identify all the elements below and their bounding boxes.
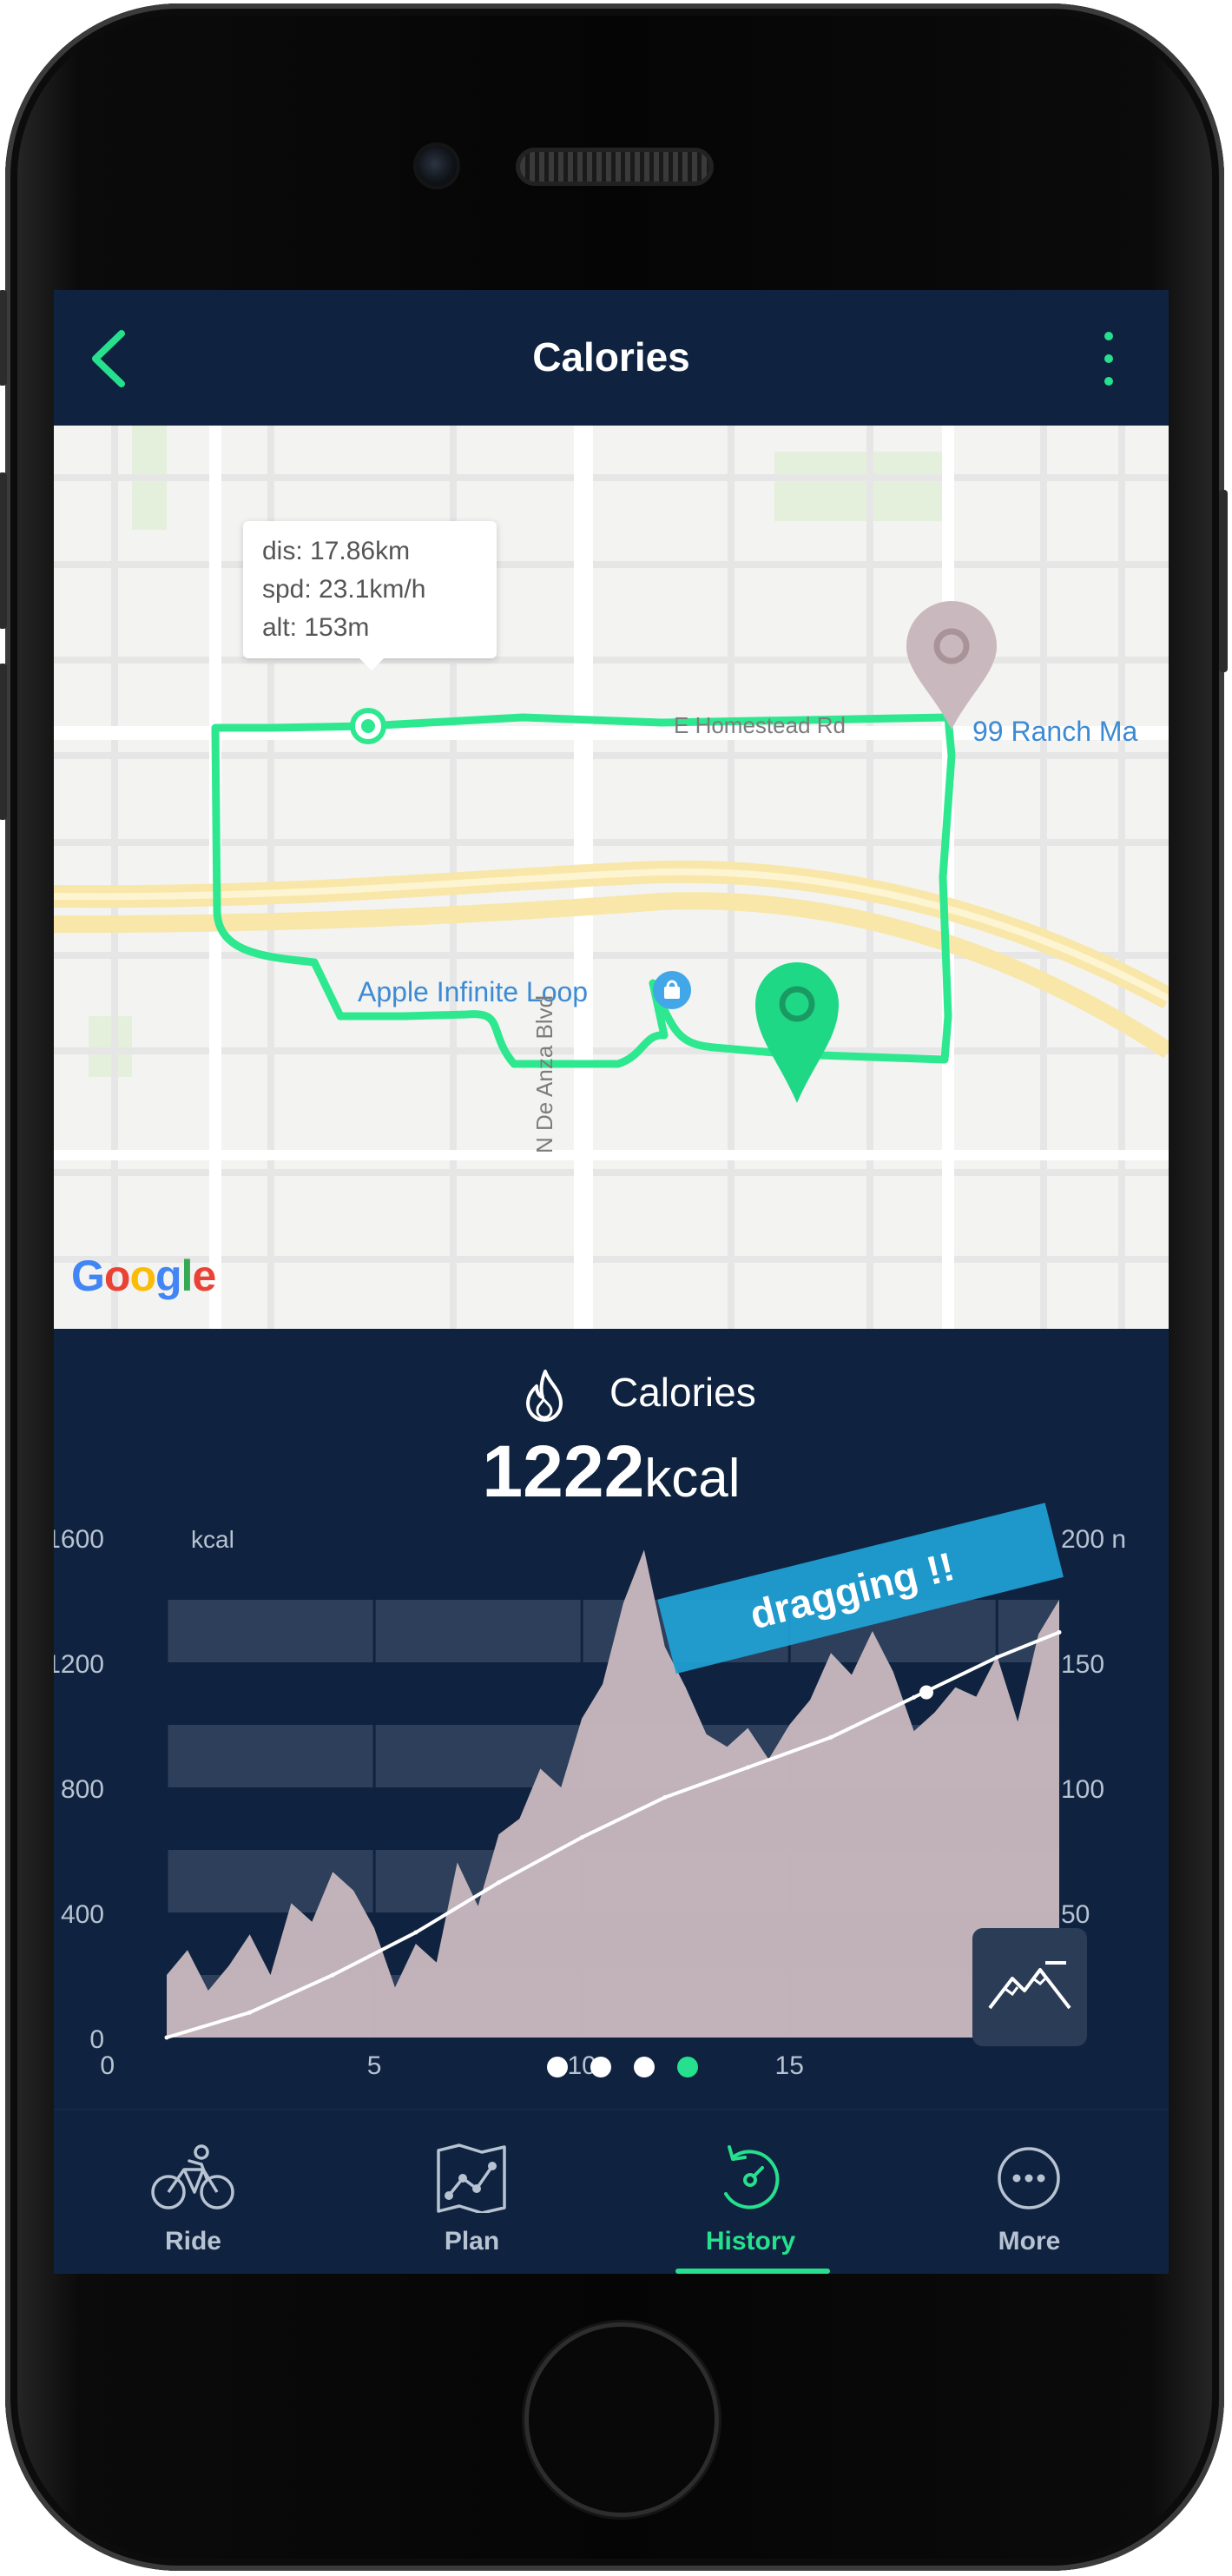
cumulative-point bbox=[745, 1765, 750, 1770]
calories-panel: Calories 1222kcal 040080012001600kcal501… bbox=[54, 1329, 1169, 2109]
bicycle-icon bbox=[151, 2144, 234, 2209]
road-label: E Homestead Rd bbox=[674, 712, 846, 738]
top-bar: Calories bbox=[54, 290, 1169, 426]
map-route-icon bbox=[437, 2143, 506, 2213]
cumulative-point bbox=[413, 1930, 418, 1935]
page-indicator bbox=[54, 2050, 1169, 2084]
page-dot[interactable] bbox=[547, 2057, 568, 2077]
earpiece-speaker bbox=[516, 148, 714, 186]
finish-pin-icon bbox=[906, 601, 997, 730]
route-map[interactable]: E Homestead Rd 99 Ranch Ma Apple Infinit… bbox=[54, 426, 1169, 1329]
map-canvas bbox=[54, 426, 1169, 1329]
power-button bbox=[1219, 490, 1228, 672]
volume-down-button bbox=[0, 664, 7, 820]
volume-up-button bbox=[0, 472, 7, 629]
more-icon bbox=[998, 2147, 1060, 2209]
drag-handle bbox=[919, 1685, 933, 1700]
cumulative-point bbox=[497, 1879, 502, 1885]
tab-label: Ride bbox=[164, 2227, 221, 2256]
y-tick-label: 1200 bbox=[54, 1650, 104, 1679]
mountain-icon bbox=[988, 1961, 1071, 2010]
y2-tick-label: 100 bbox=[1061, 1775, 1104, 1804]
front-camera bbox=[417, 146, 457, 186]
route-point-tooltip: dis: 17.86km spd: 23.1km/h alt: 153m bbox=[243, 521, 497, 670]
y-tick-label: 1600 bbox=[54, 1525, 104, 1554]
cumulative-point bbox=[1057, 1629, 1062, 1635]
y2-tick-label: 200 n bbox=[1061, 1525, 1126, 1554]
poi-bag-icon bbox=[653, 971, 691, 1009]
y-tick-label: 400 bbox=[61, 1900, 104, 1929]
cumulative-point bbox=[912, 1694, 917, 1700]
app-screen: Calories E Homestead Rd 99 Ranch Ma Appl… bbox=[54, 290, 1169, 2274]
tooltip-distance: dis: 17.86km bbox=[262, 537, 411, 565]
tab-label: More bbox=[998, 2227, 1061, 2256]
tooltip-altitude: alt: 153m bbox=[262, 613, 370, 642]
history-icon bbox=[724, 2145, 780, 2209]
tab-more[interactable]: More bbox=[890, 2110, 1169, 2274]
google-logo: Google bbox=[71, 1252, 216, 1300]
start-pin-icon bbox=[755, 962, 839, 1103]
poi-label: 99 Ranch Ma bbox=[972, 716, 1138, 747]
page-dot[interactable] bbox=[677, 2057, 698, 2077]
park-area bbox=[89, 1016, 132, 1077]
park-area bbox=[774, 452, 948, 521]
tab-label: History bbox=[705, 2227, 796, 2256]
mute-switch bbox=[0, 290, 7, 386]
cumulative-point bbox=[247, 2010, 253, 2015]
cumulative-point bbox=[662, 1795, 668, 1800]
kebab-icon bbox=[1104, 332, 1113, 340]
tab-label: Plan bbox=[444, 2227, 500, 2256]
page-dot[interactable] bbox=[590, 2057, 611, 2077]
cumulative-point bbox=[164, 2035, 169, 2040]
active-tab-indicator bbox=[675, 2269, 830, 2274]
cumulative-point bbox=[994, 1655, 999, 1660]
y2-tick-label: 150 bbox=[1061, 1650, 1104, 1679]
tab-history[interactable]: History bbox=[611, 2110, 890, 2274]
home-button[interactable] bbox=[524, 2322, 719, 2517]
cumulative-point bbox=[579, 1835, 584, 1840]
page-title: Calories bbox=[532, 334, 690, 380]
y-axis-label: kcal bbox=[191, 1526, 234, 1553]
y-tick-label: 800 bbox=[61, 1775, 104, 1804]
tab-ride[interactable]: Ride bbox=[54, 2110, 333, 2274]
cumulative-point bbox=[330, 1972, 335, 1978]
tab-plan[interactable]: Plan bbox=[333, 2110, 611, 2274]
page-dot[interactable] bbox=[634, 2057, 655, 2077]
avenue-label: N De Anza Blvd bbox=[531, 994, 557, 1153]
y2-tick-label: 50 bbox=[1061, 1900, 1090, 1929]
elevation-toggle-button[interactable] bbox=[972, 1928, 1087, 2046]
more-options-button[interactable] bbox=[1092, 332, 1127, 393]
tooltip-speed: spd: 23.1km/h bbox=[262, 575, 426, 604]
cumulative-point bbox=[828, 1734, 833, 1740]
bottom-tab-bar: Ride Plan History More bbox=[54, 2109, 1169, 2274]
